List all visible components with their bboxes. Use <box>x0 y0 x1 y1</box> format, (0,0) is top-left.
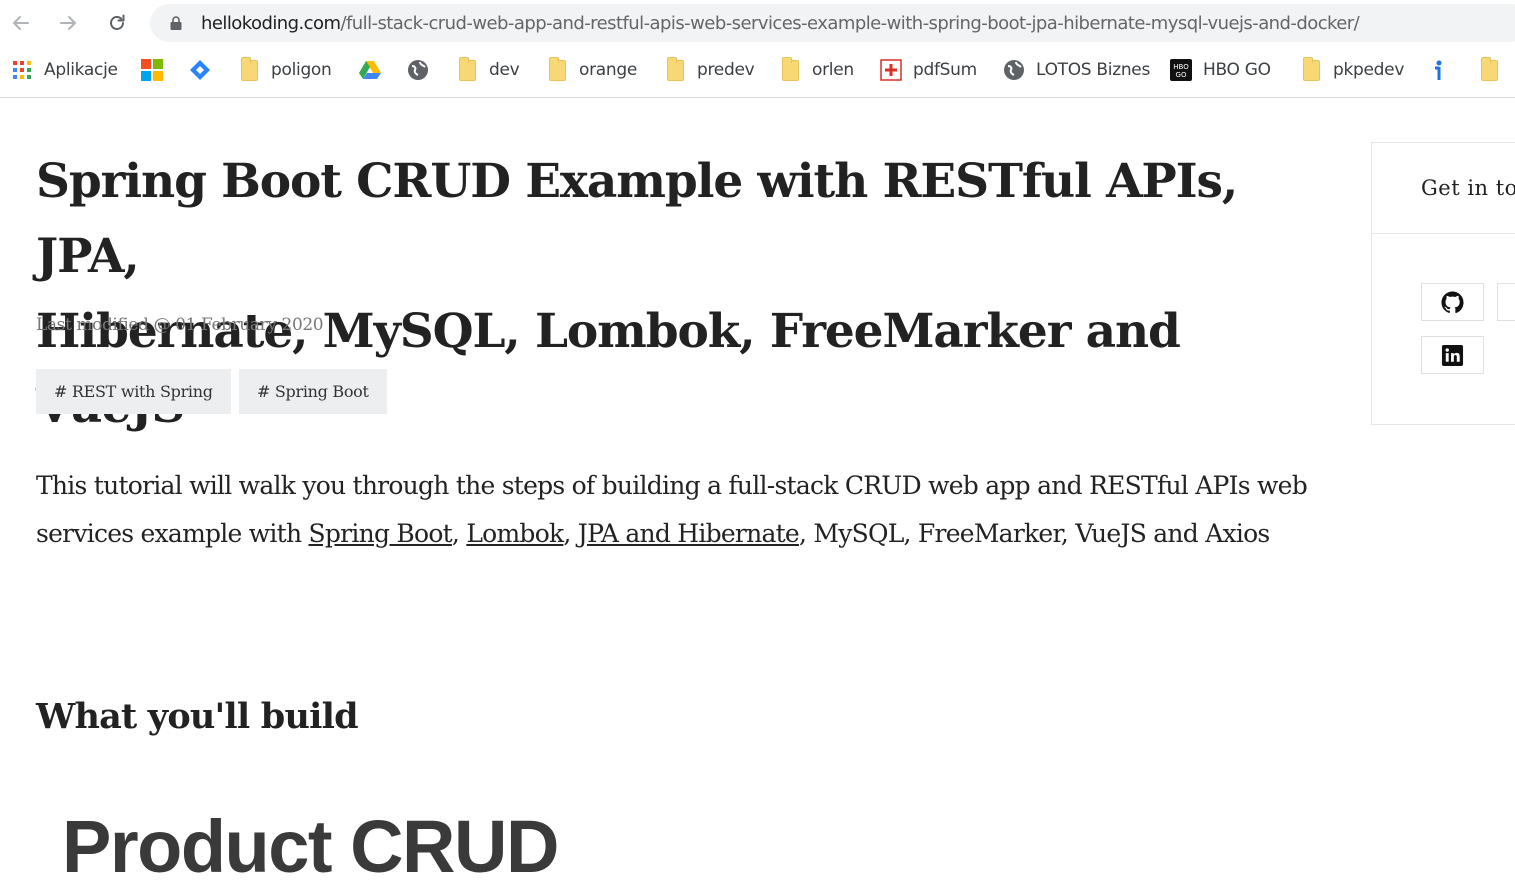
tag-spring-boot[interactable]: # Spring Boot <box>239 369 387 414</box>
bookmark-jira[interactable] <box>189 56 211 84</box>
folder-icon <box>456 56 478 81</box>
bookmark-folder-poligon[interactable]: poligon <box>238 56 332 84</box>
bookmark-hbo-go[interactable]: HBO GO HBO GO <box>1170 56 1271 84</box>
bookmark-info[interactable] <box>1428 56 1450 84</box>
bookmark-label: orange <box>579 60 638 80</box>
bookmark-label: pdfSum <box>913 60 977 80</box>
back-button[interactable] <box>5 7 37 39</box>
arrow-left-icon <box>13 16 29 30</box>
github-icon <box>1441 290 1464 313</box>
microsoft-icon <box>141 59 163 81</box>
page-title-line-1: Spring Boot CRUD Example with RESTful AP… <box>36 154 1238 284</box>
arrow-right-icon <box>60 16 76 30</box>
globe-icon <box>1003 59 1025 81</box>
intro-paragraph: This tutorial will walk you through the … <box>36 462 1326 558</box>
folder-icon <box>1300 56 1322 81</box>
globe-icon <box>407 59 429 81</box>
intro-separator: , <box>451 519 467 548</box>
bookmark-folder-overflow[interactable] <box>1478 56 1500 84</box>
address-bar[interactable]: hellokoding.com/full-stack-crud-web-app-… <box>150 4 1515 42</box>
intro-separator: , <box>563 519 578 548</box>
last-modified-date: Last modified @ 01 February 2020 <box>36 315 324 335</box>
tag-rest-with-spring[interactable]: # REST with Spring <box>36 369 231 414</box>
svg-text:GO: GO <box>1176 71 1187 79</box>
bookmark-label: Aplikacje <box>44 60 118 80</box>
url-host: hellokoding.com <box>201 13 341 34</box>
bookmark-folder-pkpedev[interactable]: pkpedev <box>1300 56 1404 84</box>
reload-button[interactable] <box>101 7 133 39</box>
linkedin-icon <box>1441 344 1464 366</box>
bookmark-folder-dev[interactable]: dev <box>456 56 520 84</box>
folder-icon <box>238 56 260 81</box>
bookmark-lotos-biznes[interactable]: LOTOS Biznes <box>1003 56 1150 84</box>
link-lombok[interactable]: Lombok <box>466 519 564 548</box>
reload-icon <box>110 14 125 30</box>
sidebar-get-in-touch: Get in to <box>1371 142 1515 425</box>
social-link-partial[interactable] <box>1497 283 1515 321</box>
bookmark-label: predev <box>697 60 755 80</box>
forward-button[interactable] <box>52 7 84 39</box>
bookmark-microsoft[interactable] <box>141 56 163 84</box>
bookmark-globe[interactable] <box>407 56 429 84</box>
demo-screenshot-heading: Product CRUD <box>62 805 559 888</box>
sidebar-title: Get in to <box>1421 176 1515 200</box>
bookmark-label: HBO GO <box>1203 60 1271 80</box>
section-heading: What you'll build <box>36 696 359 737</box>
linkedin-link[interactable] <box>1421 336 1484 374</box>
url-path: /full-stack-crud-web-app-and-restful-api… <box>340 13 1360 34</box>
bookmark-folder-predev[interactable]: predev <box>664 56 755 84</box>
intro-text-after: , MySQL, FreeMarker, VueJS and Axios <box>798 519 1270 548</box>
bookmarks-bar: Aplikacje poligon dev orange predev orle… <box>0 46 1515 98</box>
link-jpa-hibernate[interactable]: JPA and Hibernate <box>578 519 800 548</box>
bookmark-google-drive[interactable] <box>359 56 381 84</box>
bookmark-pdfsum[interactable]: pdfSum <box>880 56 977 84</box>
folder-icon <box>664 56 686 81</box>
hbo-go-icon: HBO GO <box>1170 59 1192 81</box>
url-text[interactable]: hellokoding.com/full-stack-crud-web-app-… <box>201 13 1360 34</box>
bookmark-aplikacje[interactable]: Aplikacje <box>11 56 118 84</box>
page-title: Spring Boot CRUD Example with RESTful AP… <box>36 144 1336 444</box>
link-spring-boot[interactable]: Spring Boot <box>309 519 453 548</box>
bookmark-label: orlen <box>812 60 854 80</box>
bookmark-label: dev <box>489 60 520 80</box>
folder-icon <box>1478 56 1500 81</box>
info-icon <box>1428 59 1450 81</box>
browser-toolbar: hellokoding.com/full-stack-crud-web-app-… <box>0 0 1515 46</box>
folder-icon <box>546 56 568 81</box>
svg-text:HBO: HBO <box>1173 63 1189 71</box>
lock-icon <box>170 16 182 30</box>
pdfsum-icon <box>880 59 902 81</box>
jira-icon <box>189 59 211 81</box>
bookmark-folder-orlen[interactable]: orlen <box>779 56 854 84</box>
bookmark-label: pkpedev <box>1333 60 1405 80</box>
bookmark-label: poligon <box>271 60 332 80</box>
divider <box>1372 233 1515 234</box>
bookmark-label: LOTOS Biznes <box>1036 60 1151 80</box>
apps-icon <box>11 59 33 81</box>
google-drive-icon <box>359 59 381 81</box>
bookmark-folder-orange[interactable]: orange <box>546 56 637 84</box>
folder-icon <box>779 56 801 81</box>
github-link[interactable] <box>1421 283 1484 321</box>
